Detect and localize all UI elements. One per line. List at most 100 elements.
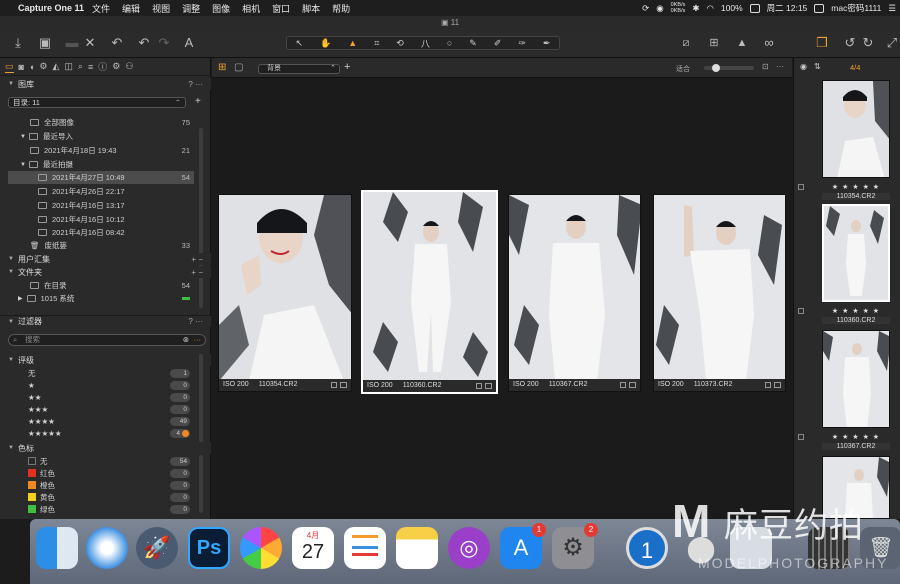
notes-icon[interactable] <box>396 527 438 569</box>
sort-icon[interactable]: ⇅ <box>814 62 821 71</box>
menu-camera[interactable]: 相机 <box>242 2 260 15</box>
safari-icon[interactable] <box>86 527 128 569</box>
battery-icon[interactable] <box>749 3 760 13</box>
finder-icon[interactable] <box>36 527 78 569</box>
wifi-icon[interactable]: ◠ <box>706 3 713 14</box>
library-item-capture-0416b[interactable]: 2021年4月16日 10:12 <box>8 213 194 226</box>
folder-in-catalog[interactable]: 在目录 54 <box>8 279 194 292</box>
calendar-icon[interactable]: 4月 27 <box>292 527 334 569</box>
expand-icon[interactable]: ▼ <box>20 134 26 140</box>
browser-checkbox[interactable] <box>798 308 804 314</box>
exposure-tab-icon[interactable]: ◭ <box>52 61 59 72</box>
filter-search-input[interactable]: ⌕ 搜索 ⊗ ··· <box>8 334 206 346</box>
rating-filter-none[interactable]: 无1 <box>8 367 194 379</box>
browser-thumb-selected[interactable] <box>822 204 890 302</box>
rating-filter-4[interactable]: ★★★★ 49 <box>8 415 194 427</box>
library-item-recent-captures[interactable]: ▼ 最近拍摄 <box>8 158 194 171</box>
library-tab-icon[interactable]: ▭ <box>5 61 14 73</box>
user-collections-header[interactable]: ▼ 用户汇集 + − <box>0 253 211 265</box>
pan-cursor-icon[interactable]: ✋ <box>320 38 331 49</box>
select-checkbox[interactable] <box>331 382 337 388</box>
library-item-import-date[interactable]: 2021年4月18日 19:43 21 <box>8 144 194 157</box>
disclosure-icon[interactable]: ▶ <box>18 295 23 302</box>
color-scrollbar[interactable] <box>199 455 203 513</box>
redo-icon[interactable]: ↷ <box>156 35 172 51</box>
add-catalog-button[interactable]: + <box>195 96 201 107</box>
picker-cursor-icon[interactable]: ✐ <box>494 38 502 49</box>
select-checkbox[interactable] <box>476 383 482 389</box>
library-header[interactable]: ▼ 图库 ? ··· <box>0 78 211 90</box>
expand-icon[interactable]: ▼ <box>8 357 14 363</box>
rotate-left-icon[interactable]: ↺ <box>842 35 858 51</box>
preview-icon[interactable] <box>730 527 772 569</box>
app-store-icon[interactable]: A1 <box>500 523 546 569</box>
undo-icon[interactable]: ↶ <box>136 35 152 51</box>
add-variant-button[interactable]: + <box>344 61 350 73</box>
expand-icon[interactable]: ▼ <box>8 269 14 275</box>
color-filter-red[interactable]: 红色 0 <box>8 467 194 479</box>
delete-icon[interactable]: ✕ <box>82 35 98 51</box>
collapse-icon[interactable]: ▼ <box>8 81 14 87</box>
app-menu[interactable]: Capture One 11 <box>18 3 84 13</box>
auto-adjust-icon[interactable]: A <box>181 35 197 51</box>
rating-filter-3[interactable]: ★★★ 0 <box>8 403 194 415</box>
browser-checkbox[interactable] <box>798 434 804 440</box>
grid-icon[interactable]: ⊞ <box>706 35 722 51</box>
select-checkbox[interactable] <box>765 382 771 388</box>
viewer-thumb[interactable]: ISO 200 110354.CR2 <box>218 194 352 392</box>
spot-cursor-icon[interactable]: ○ <box>447 38 452 48</box>
menu-image[interactable]: 图像 <box>212 2 230 15</box>
menu-view[interactable]: 视图 <box>152 2 170 15</box>
layers-icon[interactable]: ❐ <box>814 35 830 51</box>
browser-checkbox[interactable] <box>798 184 804 190</box>
library-item-trash[interactable]: 🗑 废纸篓 33 <box>8 239 194 252</box>
battery-percent[interactable]: 100% <box>721 3 743 13</box>
library-item-capture-0426[interactable]: 2021年4月26日 22:17 <box>8 185 194 198</box>
trash-icon[interactable]: 🗑 <box>860 527 900 569</box>
user-icon[interactable] <box>814 3 825 13</box>
annotate-cursor-icon[interactable]: ✒ <box>543 38 551 49</box>
crop-cursor-icon[interactable]: ⌗ <box>374 38 379 49</box>
library-item-recent-imports[interactable]: ▼ 最近导入 <box>8 130 194 143</box>
details-tab-icon[interactable]: ◫ <box>64 61 73 72</box>
tether-icon[interactable]: ▬ <box>64 35 80 51</box>
browser-thumb[interactable] <box>822 330 890 428</box>
lens-tab-icon[interactable]: ◖ <box>29 62 34 72</box>
select-cursor-icon[interactable]: ↖ <box>296 38 304 49</box>
color-filter-orange[interactable]: 橙色 0 <box>8 479 194 491</box>
sync-icon[interactable]: ⟳ <box>642 3 649 14</box>
menu-scripts[interactable]: 脚本 <box>302 2 320 15</box>
expand-icon[interactable]: ⤢ <box>884 35 900 51</box>
adjust-tab-icon[interactable]: ≡ <box>88 62 93 72</box>
list-icon[interactable]: ☰ <box>888 3 896 14</box>
undo-all-icon[interactable]: ↶ <box>109 35 125 51</box>
rating-header[interactable]: ▼ 评级 <box>0 354 211 366</box>
output-tab-icon[interactable]: ⚙ <box>112 61 120 72</box>
menu-help[interactable]: 帮助 <box>332 2 350 15</box>
brush-cursor-icon[interactable]: ✎ <box>469 38 477 49</box>
bluetooth-icon[interactable]: ✱ <box>692 3 699 14</box>
viewer-thumb[interactable]: ISO 200 110367.CR2 <box>508 194 641 392</box>
zoom-slider[interactable] <box>704 64 754 72</box>
rotate-right-icon[interactable]: ↻ <box>860 35 876 51</box>
catalog-select[interactable]: 目录: 11 ⌃ <box>8 97 186 108</box>
viewer-thumb[interactable]: ISO 200 110373.CR2 <box>653 194 786 392</box>
library-item-capture-0416a[interactable]: 2021年4月16日 13:17 <box>8 199 194 212</box>
library-item-all[interactable]: 全部图像 75 <box>8 116 194 129</box>
color-tab-icon[interactable]: ⚙ <box>39 61 47 72</box>
color-filter-yellow[interactable]: 黄色 0 <box>8 491 194 503</box>
library-item-capture-0427[interactable]: 2021年4月27日 10:49 54 <box>8 171 194 184</box>
onepassword-icon[interactable]: 1 <box>626 527 668 569</box>
rating-stars[interactable]: ★ ★ ★ ★ ★ <box>822 183 890 191</box>
clear-icon[interactable]: ⊗ <box>183 335 189 345</box>
rating-stars[interactable]: ★ ★ ★ ★ ★ <box>822 307 890 315</box>
variant-select[interactable]: 背景 ⌃ <box>258 64 340 74</box>
browser-thumb[interactable] <box>822 80 890 178</box>
menu-file[interactable]: 文件 <box>92 2 110 15</box>
collapse-icon[interactable]: ▼ <box>8 319 14 325</box>
menu-edit[interactable]: 编辑 <box>122 2 140 15</box>
reminders-icon[interactable] <box>344 527 386 569</box>
rating-filter-2[interactable]: ★★ 0 <box>8 391 194 403</box>
color-tag-header[interactable]: ▼ 色标 <box>0 442 211 454</box>
expand-icon[interactable]: ▼ <box>8 445 14 451</box>
